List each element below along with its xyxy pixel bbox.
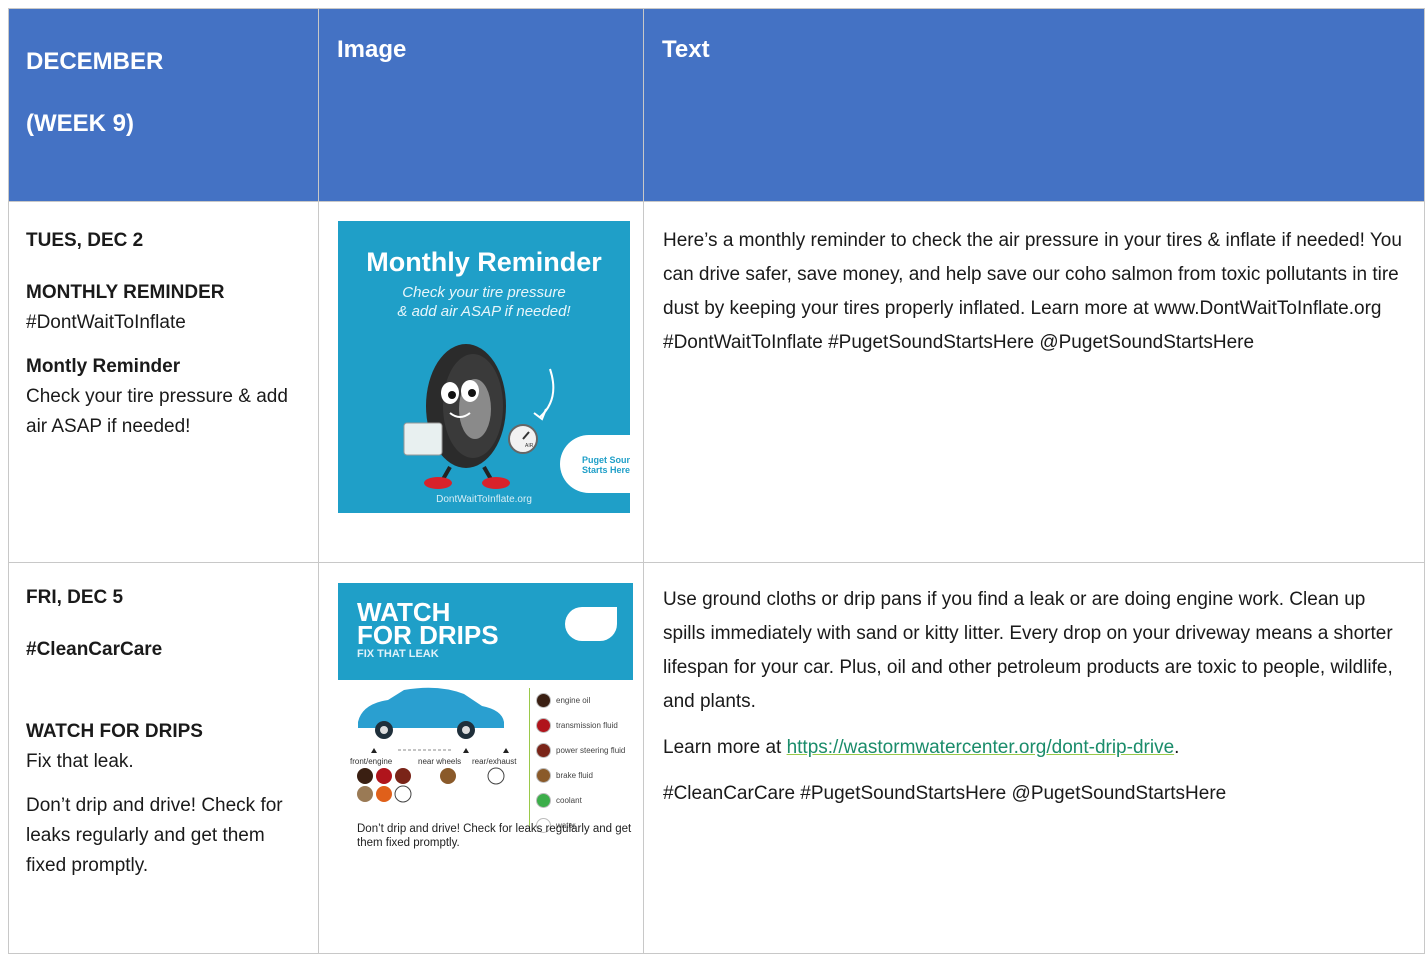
legend-label: brake fluid xyxy=(556,770,593,780)
graphic-caption: Don’t drip and drive! Check for leaks re… xyxy=(357,823,632,849)
puget-sound-logo xyxy=(565,607,617,641)
watch-for-drips-graphic: WATCH FOR DRIPS FIX THAT LEAK front/engi… xyxy=(338,583,633,849)
table-row: TUES, DEC 2 MONTHLY REMINDER #DontWaitTo… xyxy=(8,201,1425,563)
post-body: Don’t drip and drive! Check for leaks re… xyxy=(26,795,283,876)
graphic-tagline: FIX THAT LEAK xyxy=(357,648,439,660)
post-info-cell: TUES, DEC 2 MONTHLY REMINDER #DontWaitTo… xyxy=(8,201,319,563)
header-image: Image xyxy=(318,8,644,202)
learn-more-prefix: Learn more at xyxy=(663,737,787,758)
car-drip-diagram: front/engine near wheels rear/exhaust xyxy=(350,687,517,803)
gauge-label: AIR xyxy=(525,443,534,449)
legend-label: engine oil xyxy=(556,695,591,705)
legend-item: transmission fluid xyxy=(536,713,625,738)
position-label: rear/exhaust xyxy=(472,757,517,766)
legend-label: power steering fluid xyxy=(556,745,626,755)
legend-label: coolant xyxy=(556,795,582,805)
post-subtitle: Fix that leak. xyxy=(26,751,134,772)
legend-label: transmission fluid xyxy=(556,720,618,730)
post-text: Here’s a monthly reminder to check the a… xyxy=(663,230,1402,353)
learn-more-link[interactable]: https://wastormwatercenter.org/dont-drip… xyxy=(787,737,1175,758)
post-date: TUES, DEC 2 xyxy=(26,230,144,251)
post-text-cell: Use ground cloths or drip pans if you fi… xyxy=(643,562,1425,954)
divider-line xyxy=(529,688,530,828)
header-week: DECEMBER (WEEK 9) xyxy=(8,8,319,202)
logo-text: Puget Sound Starts Here xyxy=(582,455,630,475)
graphic-body: front/engine near wheels rear/exhaust en… xyxy=(338,680,633,849)
legend-item: power steering fluid xyxy=(536,738,625,763)
graphic-footer: DontWaitToInflate.org xyxy=(436,494,532,505)
header-week-number: (WEEK 9) xyxy=(26,110,134,137)
legend-item: engine oil xyxy=(536,688,625,713)
post-text-paragraph2: Learn more at https://wastormwatercenter… xyxy=(663,731,1412,765)
header-text: Text xyxy=(643,8,1425,202)
legend-item: coolant xyxy=(536,788,625,813)
post-text-paragraph1: Use ground cloths or drip pans if you fi… xyxy=(663,589,1393,712)
header-row: DECEMBER (WEEK 9) Image Text xyxy=(8,8,1425,202)
table-row: FRI, DEC 5 #CleanCarCare WATCH FOR DRIPS… xyxy=(8,562,1425,954)
post-title: WATCH FOR DRIPS xyxy=(26,721,203,742)
post-hashtag: #DontWaitToInflate xyxy=(26,312,186,333)
caption-body: Check your tire pressure & add air ASAP … xyxy=(26,386,288,437)
position-label: front/engine xyxy=(350,757,393,766)
post-info-cell: FRI, DEC 5 #CleanCarCare WATCH FOR DRIPS… xyxy=(8,562,319,954)
post-date: FRI, DEC 5 xyxy=(26,587,124,608)
monthly-reminder-graphic: Monthly Reminder Check your tire pressur… xyxy=(338,221,630,513)
position-label: near wheels xyxy=(418,757,461,766)
post-image-cell: WATCH FOR DRIPS FIX THAT LEAK front/engi… xyxy=(318,562,644,954)
fluid-legend: engine oil transmission fluid power stee… xyxy=(536,688,625,838)
legend-item: brake fluid xyxy=(536,763,625,788)
headline-line2: FOR DRIPS xyxy=(357,620,499,650)
caption-title: Montly Reminder xyxy=(26,356,181,377)
header-month: DECEMBER xyxy=(26,48,164,75)
puget-sound-logo: Puget Sound Starts Here xyxy=(560,435,630,493)
post-text-paragraph3: #CleanCarCare #PugetSoundStartsHere @Pug… xyxy=(663,783,1227,804)
post-text-cell: Here’s a monthly reminder to check the a… xyxy=(643,201,1425,563)
post-hashtag: #CleanCarCare xyxy=(26,639,163,660)
graphic-headline: WATCH FOR DRIPS xyxy=(357,599,499,650)
learn-more-suffix: . xyxy=(1174,737,1180,758)
content-calendar-table: DECEMBER (WEEK 9) Image Text TUES, DEC 2… xyxy=(8,8,1425,954)
graphic-banner: WATCH FOR DRIPS FIX THAT LEAK xyxy=(338,583,633,680)
post-title: MONTHLY REMINDER xyxy=(26,282,225,303)
post-image-cell: Monthly Reminder Check your tire pressur… xyxy=(318,201,644,563)
